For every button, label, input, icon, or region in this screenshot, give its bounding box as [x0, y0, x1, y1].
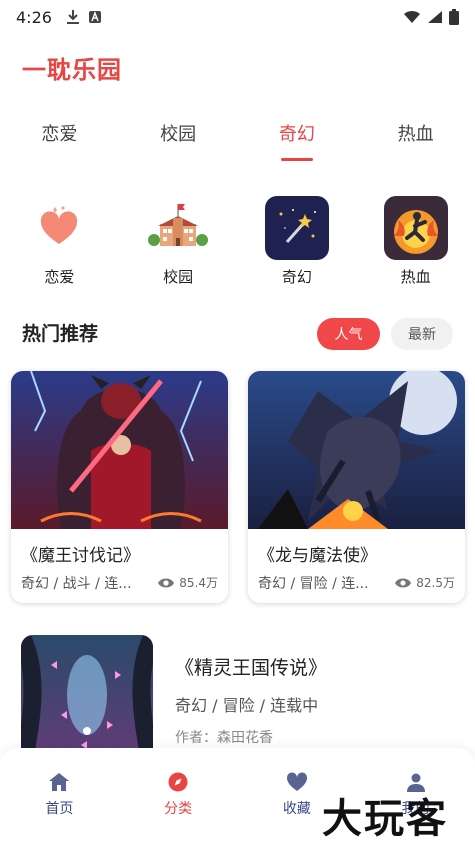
tab-campus[interactable]: 校园: [119, 112, 238, 162]
category-label: 恋爱: [44, 268, 75, 286]
nav-category[interactable]: 分类: [119, 748, 238, 846]
tab-fantasy[interactable]: 奇幻: [238, 112, 357, 162]
a-icon: [88, 11, 101, 23]
category-tabs: 恋爱 校园 奇幻 热血: [0, 112, 475, 162]
eye-icon: [395, 578, 412, 587]
heart-icon: [27, 196, 91, 260]
battery-icon: [449, 9, 459, 25]
wifi-icon: [404, 10, 420, 23]
app-title: 一耽乐园: [22, 56, 122, 84]
nav-label: 收藏: [282, 801, 311, 817]
view-count-value: 82.5万: [416, 576, 455, 590]
category-label: 奇幻: [281, 268, 312, 286]
book-title: 《魔王讨伐记》: [21, 546, 140, 566]
download-icon: [66, 10, 79, 24]
category-fantasy[interactable]: 奇幻: [238, 196, 357, 287]
watermark-logo: 大玩客: [322, 796, 448, 842]
book-cover-image: [248, 371, 465, 529]
nav-label: 分类: [164, 801, 193, 817]
category-grid: 恋爱 校园 奇幻 热血: [0, 196, 475, 287]
featured-book-title[interactable]: 《精灵王国传说》: [175, 653, 327, 680]
signal-icon: [428, 11, 442, 23]
featured-book-author: 作者：森田花香: [175, 730, 273, 746]
compass-icon: [168, 772, 188, 792]
book-card[interactable]: 《魔王讨伐记》 奇幻 / 战斗 / 连... 85.4万: [11, 371, 228, 603]
category-romance[interactable]: 恋爱: [0, 196, 119, 287]
tab-romance[interactable]: 恋爱: [0, 112, 119, 162]
category-action[interactable]: 热血: [356, 196, 475, 287]
view-count: 85.4万: [157, 574, 218, 591]
fire-runner-icon: [383, 196, 448, 260]
category-campus[interactable]: 校园: [119, 196, 238, 287]
book-meta: 奇幻 / 战斗 / 连...: [21, 576, 132, 592]
category-label: 热血: [400, 268, 431, 286]
nav-home[interactable]: 首页: [0, 748, 119, 846]
book-cover-image: [11, 371, 228, 529]
book-meta: 奇幻 / 冒险 / 连...: [258, 576, 369, 592]
eye-icon: [158, 578, 175, 587]
home-icon: [49, 773, 70, 791]
featured-book-meta: 奇幻 / 冒险 / 连载中: [175, 696, 319, 715]
book-title: 《龙与魔法使》: [258, 546, 377, 566]
section-title: 热门推荐: [22, 323, 99, 345]
status-time: 4:26: [16, 7, 52, 27]
status-bar: 4:26: [0, 0, 475, 34]
view-count-value: 85.4万: [179, 576, 218, 590]
sort-popular-button[interactable]: 人气: [317, 318, 380, 350]
category-label: 校园: [163, 268, 194, 286]
book-card[interactable]: 《龙与魔法使》 奇幻 / 冒险 / 连... 82.5万: [248, 371, 465, 603]
school-icon: [146, 196, 210, 260]
nav-label: 首页: [45, 801, 74, 817]
view-count: 82.5万: [394, 574, 455, 591]
tab-action[interactable]: 热血: [356, 112, 475, 162]
heart-icon: [286, 772, 307, 791]
sort-latest-button[interactable]: 最新: [391, 318, 453, 350]
magic-wand-icon: [264, 196, 329, 260]
